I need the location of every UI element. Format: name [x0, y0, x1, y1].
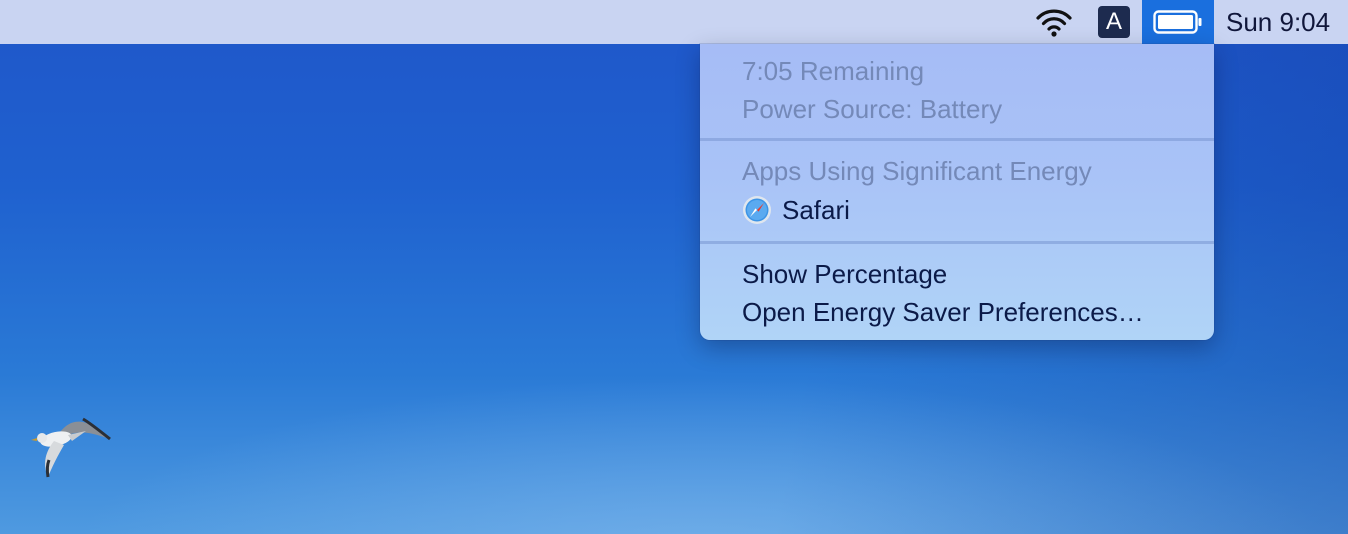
power-source-item: Power Source: Battery	[742, 94, 1003, 124]
open-energy-saver-prefs-item[interactable]: Open Energy Saver Preferences…	[742, 293, 1144, 331]
time-remaining-item: 7:05 Remaining	[742, 56, 925, 86]
menu-bar: A Sun 9:04	[0, 0, 1348, 44]
safari-compass-icon	[743, 196, 771, 224]
input-source-badge: A	[1098, 6, 1130, 38]
battery-menu: 7:05 Remaining Power Source: Battery App…	[700, 44, 1214, 340]
battery-status-item[interactable]	[1142, 0, 1214, 44]
seagull-image	[31, 417, 111, 478]
menu-separator	[700, 138, 1214, 141]
energy-app-safari[interactable]: Safari	[742, 191, 850, 229]
desktop-screen: A Sun 9:04 7:05 Remaining Power Source: …	[0, 0, 1348, 534]
battery-icon	[1153, 10, 1202, 34]
menubar-clock[interactable]: Sun 9:04	[1214, 0, 1348, 44]
energy-app-safari-label: Safari	[782, 195, 850, 225]
input-source-item[interactable]: A	[1086, 0, 1142, 44]
menu-separator	[700, 241, 1214, 244]
show-percentage-item[interactable]: Show Percentage	[742, 255, 947, 293]
wifi-status-item[interactable]	[1022, 0, 1086, 44]
energy-apps-header: Apps Using Significant Energy	[742, 156, 1092, 186]
wifi-icon	[1036, 9, 1072, 37]
